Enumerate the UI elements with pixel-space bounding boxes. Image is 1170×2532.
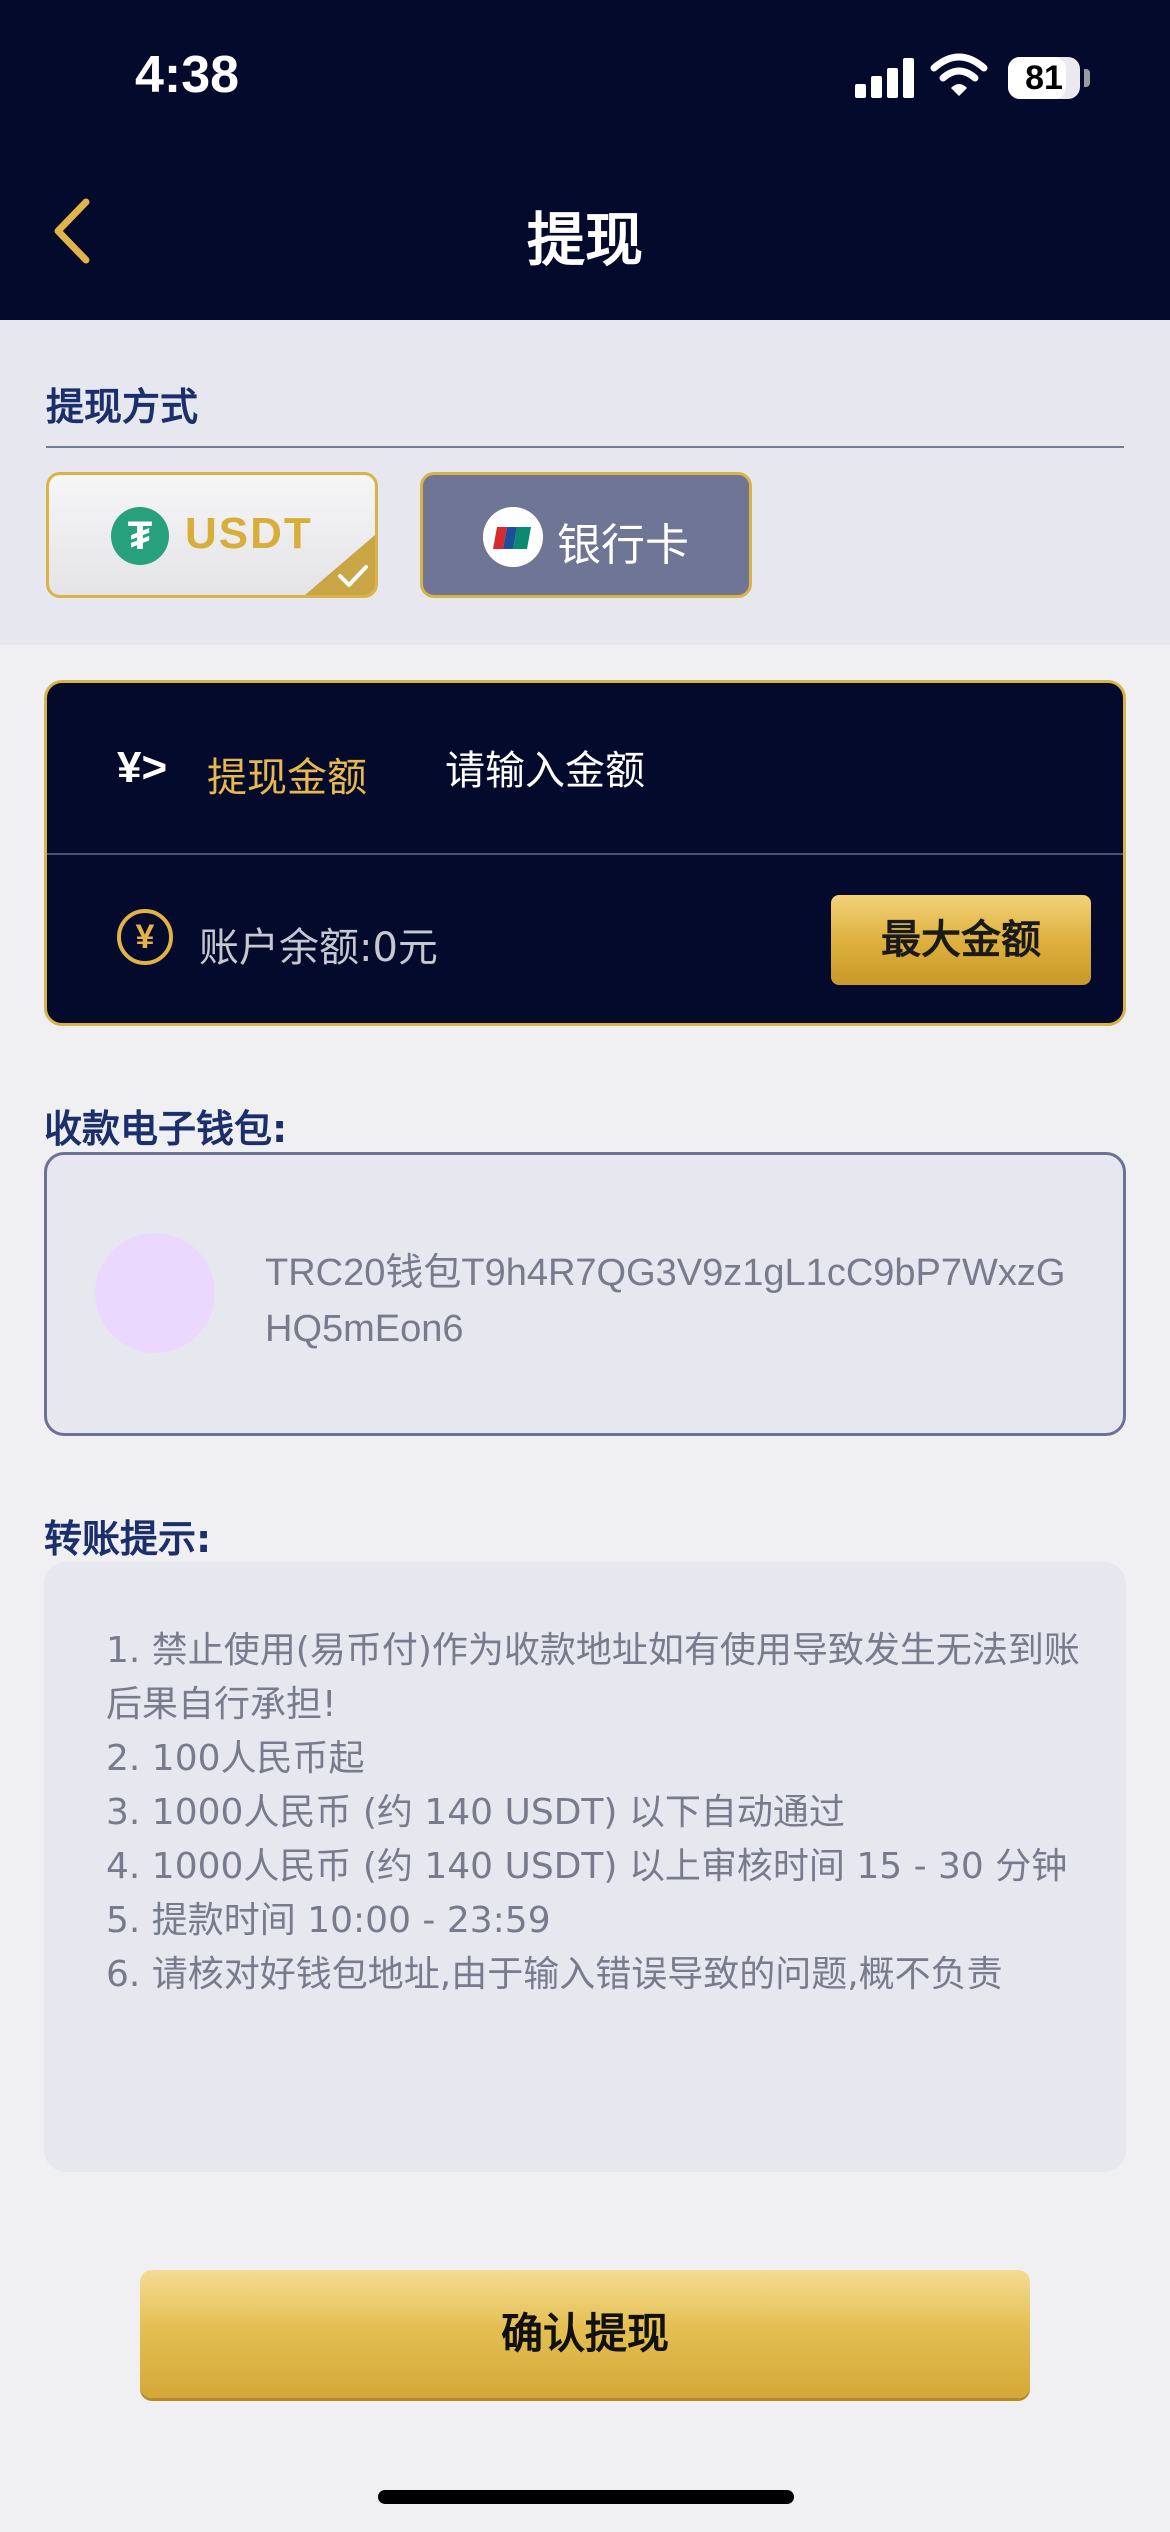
tip-item: 2. 100人民币起 <box>106 1738 365 1779</box>
amount-card: ¥> 提现金额 ¥ 账户余额:0元 最大金额 <box>44 680 1126 1026</box>
wallet-label: 收款电子钱包: <box>44 1107 288 1151</box>
page-title: 提现 <box>526 206 643 274</box>
home-indicator <box>378 2490 794 2504</box>
wallet-avatar <box>95 1233 215 1353</box>
tips-label: 转账提示: <box>44 1517 212 1561</box>
yen-arrow-icon: ¥> <box>117 743 168 792</box>
amount-label: 提现金额 <box>207 755 367 801</box>
withdraw-method-label: 提现方式 <box>46 385 199 429</box>
wallet-card[interactable]: TRC20钱包T9h4R7QG3V9z1gL1cC9bP7WxzGHQ5mEon… <box>44 1152 1126 1436</box>
tips-list: 1. 禁止使用(易币付)作为收款地址如有使用导致发生无法到账后果自行承担! 2.… <box>106 1624 1086 2002</box>
wifi-icon <box>930 53 988 96</box>
bank-card-method-button[interactable]: 银行卡 <box>420 472 752 598</box>
bank-card-method-label: 银行卡 <box>557 520 689 571</box>
battery-tip <box>1084 69 1090 87</box>
method-divider <box>46 446 1124 448</box>
tether-icon: ₮ <box>111 507 169 565</box>
unionpay-icon <box>483 507 543 567</box>
check-icon <box>338 565 368 587</box>
tip-item: 3. 1000人民币 (约 140 USDT) 以下自动通过 <box>106 1792 845 1833</box>
amount-card-divider <box>47 853 1123 855</box>
amount-input[interactable] <box>445 731 1065 811</box>
status-time: 4:38 <box>135 46 240 104</box>
usdt-method-label: USDT <box>185 509 313 558</box>
tips-card: 1. 禁止使用(易币付)作为收款地址如有使用导致发生无法到账后果自行承担! 2.… <box>44 1562 1126 2172</box>
tip-item: 5. 提款时间 10:00 - 23:59 <box>106 1900 551 1941</box>
cellular-signal-icon <box>855 58 915 98</box>
balance-label: 账户余额:0元 <box>199 925 438 971</box>
yen-coin-icon: ¥ <box>117 909 173 965</box>
tip-item: 4. 1000人民币 (约 140 USDT) 以上审核时间 15 - 30 分… <box>106 1846 1068 1887</box>
tip-item: 6. 请核对好钱包地址,由于输入错误导致的问题,概不负责 <box>106 1954 1003 1995</box>
battery-level: 81 <box>1025 59 1063 97</box>
wallet-address: TRC20钱包T9h4R7QG3V9z1gL1cC9bP7WxzGHQ5mEon… <box>265 1252 1066 1350</box>
max-amount-button[interactable]: 最大金额 <box>831 895 1091 985</box>
app-header: 4:38 81 提现 <box>0 0 1170 320</box>
tip-item: 1. 禁止使用(易币付)作为收款地址如有使用导致发生无法到账后果自行承担! <box>106 1630 1080 1725</box>
confirm-withdraw-button[interactable]: 确认提现 <box>140 2270 1030 2398</box>
usdt-method-button[interactable]: ₮ USDT <box>46 472 378 598</box>
battery-icon: 81 <box>1008 57 1080 99</box>
